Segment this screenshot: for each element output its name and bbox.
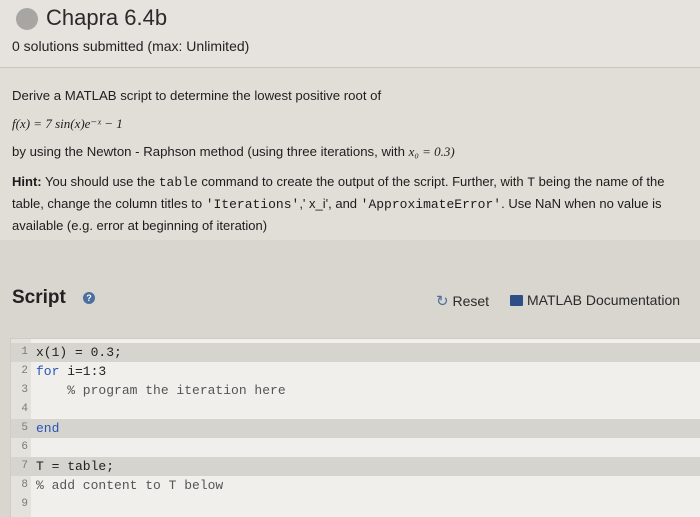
hint-iterations-title: 'Iterations' [205, 197, 300, 212]
book-icon [510, 295, 523, 306]
code-content: T = table; [36, 459, 115, 474]
matlab-documentation-link[interactable]: MATLAB Documentation [510, 292, 680, 308]
script-toolbar: Script ? ↻ Reset MATLAB Documentation [0, 276, 700, 322]
method-statement: by using the Newton - Raphson method (us… [12, 144, 455, 160]
code-text: end [36, 419, 59, 438]
reset-label: Reset [452, 293, 490, 309]
line-number: 4 [21, 403, 28, 415]
line-number: 2 [21, 365, 28, 377]
code-keyword: for [36, 364, 60, 379]
hint-part-4: ,' x_i', and [299, 196, 361, 211]
problem-header: Chapra 6.4b 0 solutions submitted (max: … [0, 0, 700, 68]
method-text: by using the Newton - Raphson method (us… [12, 144, 409, 159]
code-text: % add content to T below [36, 476, 223, 495]
code-line[interactable]: 1 x(1) = 0.3; [11, 343, 700, 362]
page-title: Chapra 6.4b [46, 5, 168, 30]
submission-count: 0 solutions submitted (max: Unlimited) [12, 38, 250, 54]
line-number: 6 [21, 441, 28, 453]
hint-label: Hint: [12, 174, 42, 189]
reset-icon: ↻ [436, 293, 449, 310]
hint-table-command: table [158, 175, 198, 190]
code-content: i=1:3 [59, 364, 107, 379]
code-content: x(1) = 0.3; [36, 345, 122, 360]
code-line[interactable]: 3 % program the iteration here [11, 381, 700, 400]
code-line[interactable]: 9 [11, 495, 700, 514]
code-line[interactable]: 8 % add content to T below [11, 476, 700, 495]
reset-button[interactable]: ↻ Reset [436, 292, 489, 310]
line-number: 8 [21, 479, 28, 491]
code-text: for i=1:3 [36, 362, 106, 381]
code-line[interactable]: 5 end [11, 419, 700, 438]
line-number: 9 [21, 498, 28, 510]
code-keyword: end [36, 421, 60, 436]
code-line[interactable]: 4 [11, 400, 700, 419]
hint-text: Hint: You should use the table command t… [12, 171, 672, 236]
info-icon[interactable]: ? [83, 292, 95, 304]
hint-table-var: T [527, 175, 536, 190]
line-number: 3 [21, 384, 28, 396]
problem-description: Derive a MATLAB script to determine the … [0, 68, 700, 240]
line-number: 5 [21, 422, 28, 434]
line-number: 1 [21, 346, 28, 358]
hint-error-title: 'ApproximateError' [360, 197, 502, 212]
code-text: x(1) = 0.3; [36, 343, 122, 362]
code-text: % program the iteration here [36, 381, 286, 400]
script-heading: Script [12, 287, 66, 308]
problem-statement: Derive a MATLAB script to determine the … [12, 88, 382, 103]
docs-label: MATLAB Documentation [527, 292, 681, 308]
line-number: 7 [21, 460, 28, 472]
code-content: % program the iteration here [36, 383, 286, 398]
problem-formula: f(x) = 7 sin(x)e⁻ˣ − 1 [12, 116, 123, 131]
initial-guess: x₀ = 0.3) [408, 144, 455, 159]
hint-part-1: You should use the [41, 174, 159, 189]
code-line[interactable]: 2 for i=1:3 [11, 362, 700, 381]
code-content: % add content to T below [36, 478, 224, 493]
code-text: T = table; [36, 457, 114, 476]
code-line[interactable]: 6 [11, 438, 700, 457]
code-editor[interactable]: 1 x(1) = 0.3; 2 for i=1:3 3 % program the it… [10, 338, 700, 517]
problem-avatar [16, 8, 38, 30]
code-line[interactable]: 7 T = table; [11, 457, 700, 476]
hint-part-2: command to create the output of the scri… [197, 174, 528, 189]
